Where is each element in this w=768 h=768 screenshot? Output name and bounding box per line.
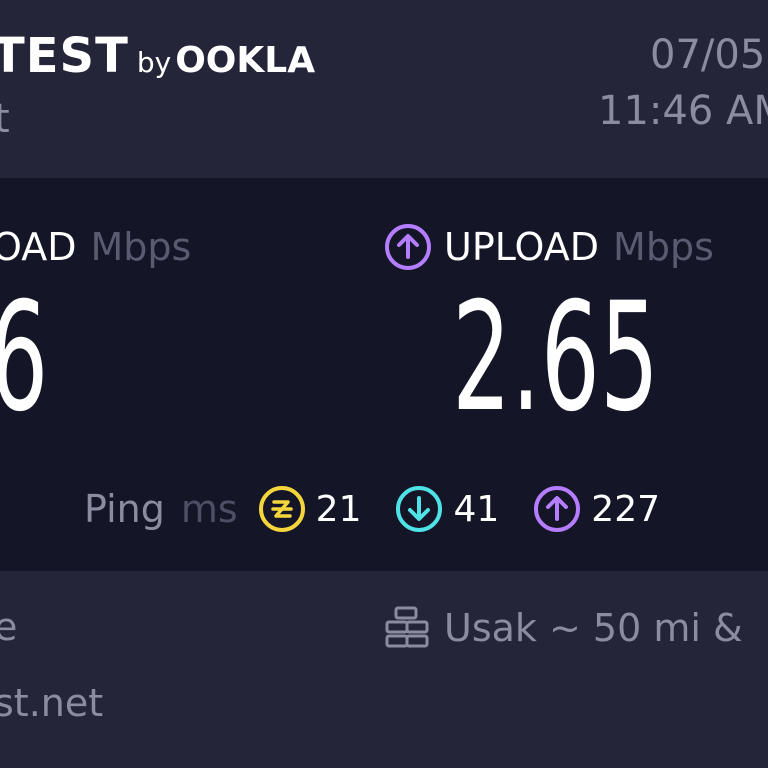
header-subtitle: t	[0, 96, 10, 142]
download-label: OAD	[0, 225, 77, 269]
result-time: 11:46 AM	[598, 88, 768, 134]
ping-download: 41	[395, 485, 499, 533]
server-location: Usak ~ 50 mi &	[444, 606, 743, 650]
ping-unit: ms	[180, 487, 238, 531]
arrow-up-circle-icon	[534, 486, 581, 532]
download-unit: Mbps	[90, 225, 192, 269]
brand-by: by	[136, 46, 172, 79]
result-date: 07/05	[650, 32, 766, 78]
upload-label-row: UPLOAD Mbps	[384, 222, 714, 272]
upload-unit: Mbps	[613, 225, 714, 269]
ping-idle-value: 21	[315, 488, 362, 530]
arrow-down-circle-icon	[396, 486, 443, 532]
ping-upload: 227	[533, 485, 660, 533]
result-header: TESTbyOOKLA t 07/05 11:46 AM	[0, 0, 768, 178]
download-speed-value: 56	[0, 278, 48, 438]
result-footer: e st.net Usak ~ 50 mi &	[0, 571, 768, 768]
ping-row: Ping ms 21 41 227	[84, 482, 694, 536]
ping-label: Ping	[84, 487, 165, 531]
results-panel: OAD Mbps UPLOAD Mbps 56 2.65 Ping ms 21	[0, 178, 768, 571]
speedtest-result-screen: TESTbyOOKLA t 07/05 11:46 AM OAD Mbps UPL…	[0, 0, 768, 768]
isp-host: st.net	[0, 681, 104, 725]
isp-name: e	[0, 605, 18, 649]
ping-download-value: 41	[453, 488, 500, 530]
server-info[interactable]: Usak ~ 50 mi &	[384, 605, 743, 651]
brand-title: TEST	[0, 28, 129, 84]
ping-idle-icon	[258, 486, 305, 532]
arrow-up-circle-icon	[385, 224, 431, 270]
download-label-row: OAD Mbps	[0, 222, 191, 272]
ping-upload-value: 227	[591, 488, 661, 530]
server-stack-icon	[385, 606, 429, 648]
speedtest-logo: TEST by OOKLA	[0, 28, 315, 84]
brand-ookla: OOKLA	[175, 40, 316, 81]
upload-label: UPLOAD	[444, 225, 600, 269]
ping-idle: 21	[258, 485, 362, 533]
upload-speed-value: 2.65	[452, 271, 660, 445]
